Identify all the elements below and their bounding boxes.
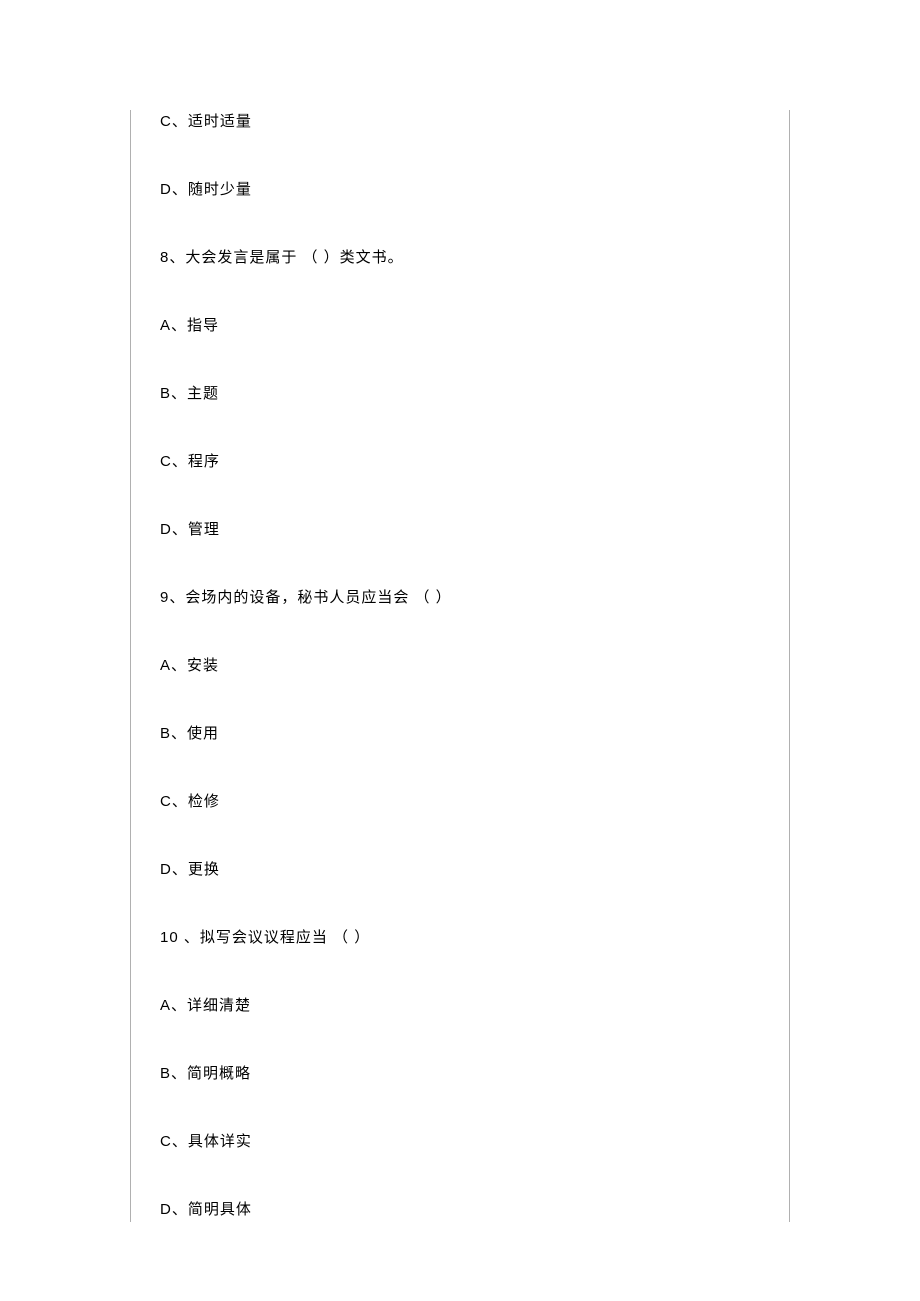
question-8: 8、大会发言是属于 （ ）类文书。 — [160, 246, 760, 270]
option-q10-c: C、具体详实 — [160, 1130, 760, 1154]
option-q9-a: A、安装 — [160, 654, 760, 678]
option-q9-c: C、检修 — [160, 790, 760, 814]
document-content: C、适时适量 D、随时少量 8、大会发言是属于 （ ）类文书。 A、指导 B、主… — [0, 110, 920, 1222]
option-q7-c: C、适时适量 — [160, 110, 760, 134]
option-q8-c: C、程序 — [160, 450, 760, 474]
option-q10-a: A、详细清楚 — [160, 994, 760, 1018]
option-q8-d: D、管理 — [160, 518, 760, 542]
option-q8-b: B、主题 — [160, 382, 760, 406]
option-q10-d: D、简明具体 — [160, 1198, 760, 1222]
option-q8-a: A、指导 — [160, 314, 760, 338]
margin-line-right — [789, 110, 790, 1222]
option-q7-d: D、随时少量 — [160, 178, 760, 202]
margin-line-left — [130, 110, 131, 1222]
option-q9-b: B、使用 — [160, 722, 760, 746]
option-q10-b: B、简明概略 — [160, 1062, 760, 1086]
question-9: 9、会场内的设备，秘书人员应当会 （ ） — [160, 586, 760, 610]
question-10: 10 、拟写会议议程应当 （ ） — [160, 926, 760, 950]
option-q9-d: D、更换 — [160, 858, 760, 882]
page-container: C、适时适量 D、随时少量 8、大会发言是属于 （ ）类文书。 A、指导 B、主… — [0, 0, 920, 1282]
